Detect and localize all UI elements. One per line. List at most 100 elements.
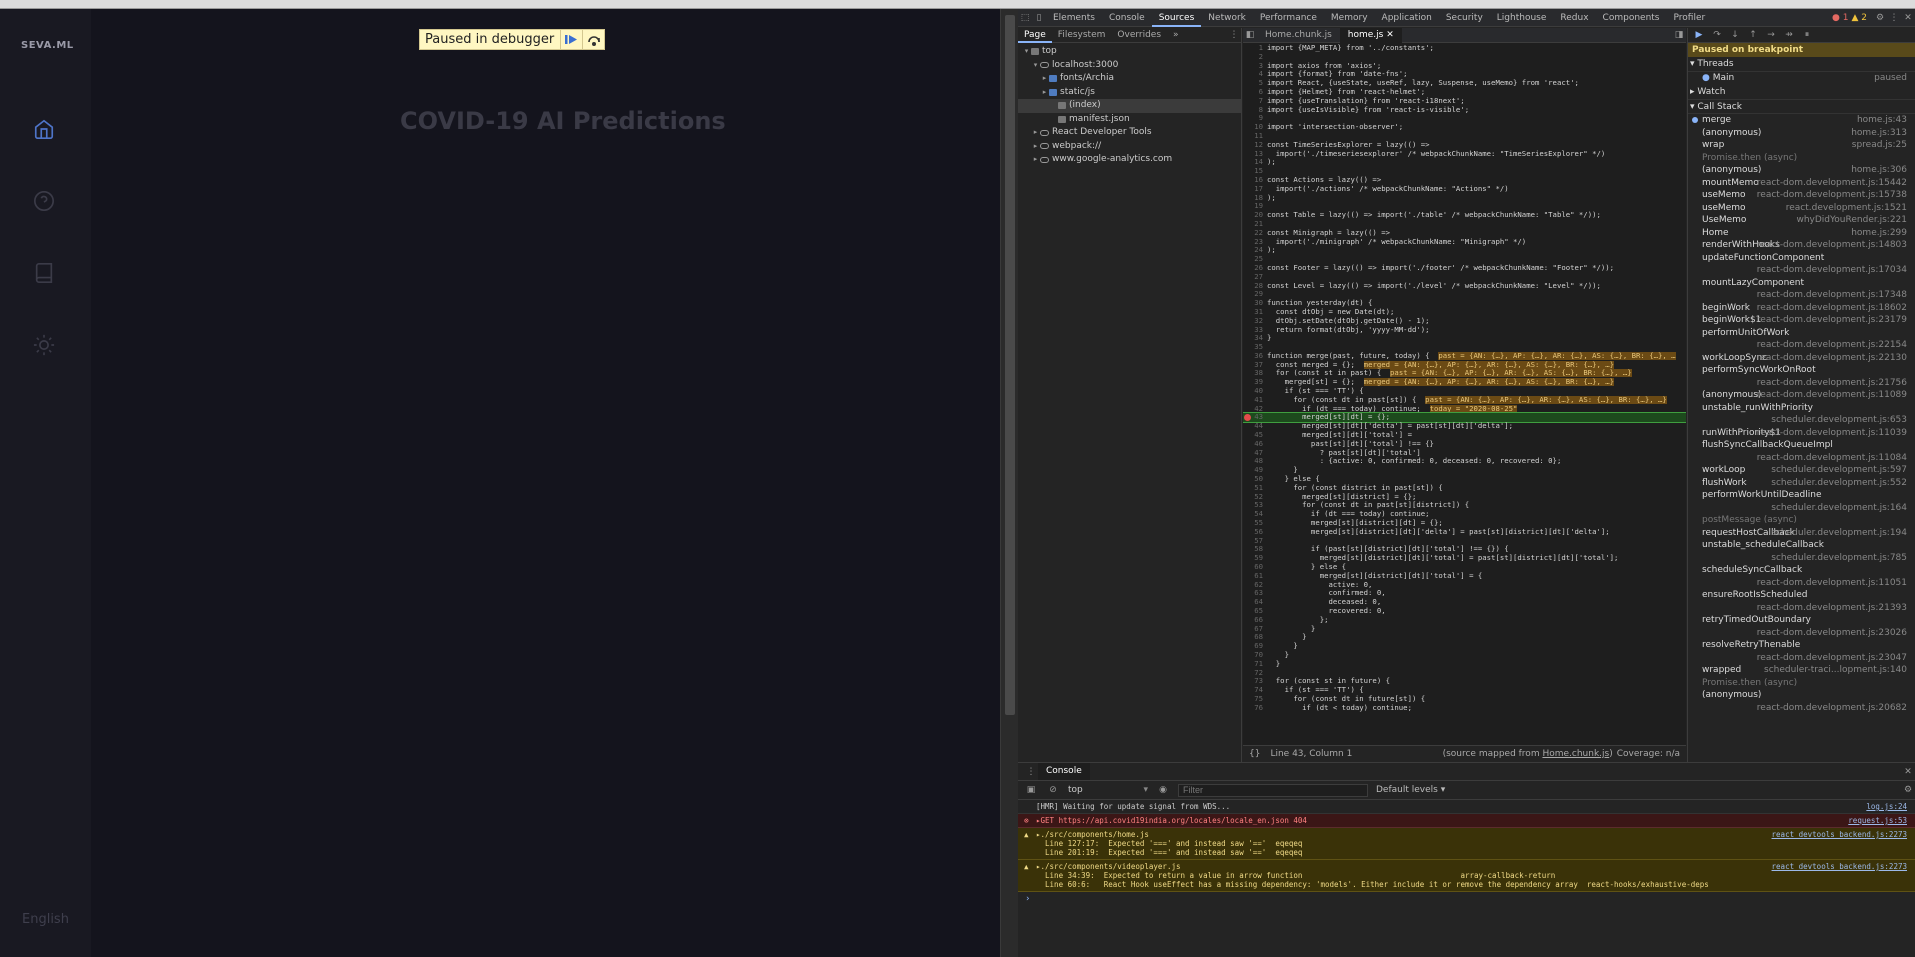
code-line[interactable]: 3 import axios from 'axios'; (1243, 61, 1686, 71)
context-selector[interactable]: top ▾ (1068, 785, 1148, 795)
line-number[interactable]: 1 (1243, 44, 1267, 53)
frame-location[interactable]: react-dom.development.js:23026 (1757, 627, 1907, 640)
frame-location[interactable]: spread.js:25 (1852, 139, 1907, 152)
frame-location[interactable]: react-dom.development.js:11039 (1757, 427, 1907, 440)
tree-node[interactable]: ▾ top (1018, 45, 1241, 59)
call-frame[interactable]: ensureRootIsScheduled react-dom.developme… (1688, 589, 1915, 614)
tree-node[interactable]: manifest.json (1018, 113, 1241, 127)
call-frame[interactable]: resolveRetryThenable react-dom.developmen… (1688, 639, 1915, 664)
frame-location[interactable]: react-dom.development.js:22154 (1757, 339, 1907, 352)
code-line[interactable]: 24); (1243, 246, 1686, 255)
call-frame[interactable]: (anonymous) home.js:313 (1688, 127, 1915, 140)
site-logo[interactable]: SEVA.ML (21, 40, 74, 51)
code-line[interactable]: 52 merged[st][district] = {}; (1243, 492, 1686, 502)
call-frame[interactable]: wrap spread.js:25 (1688, 139, 1915, 152)
code-line[interactable]: 61 merged[st][district][dt]['total'] = { (1243, 571, 1686, 581)
line-number[interactable]: 76 (1243, 703, 1267, 713)
code-line[interactable]: 14); (1243, 158, 1686, 167)
call-frame[interactable]: mountLazyComponent react-dom.development.… (1688, 277, 1915, 302)
code-line[interactable]: 74 if (st === 'TT') { (1243, 685, 1686, 695)
frame-location[interactable]: scheduler.development.js:785 (1771, 552, 1907, 565)
call-frame[interactable]: performWorkUntilDeadline scheduler.develo… (1688, 489, 1915, 514)
help-icon[interactable] (29, 186, 59, 216)
tree-node[interactable]: ▾ localhost:3000 (1018, 59, 1241, 73)
frame-location[interactable]: react-dom.development.js:23179 (1757, 314, 1907, 327)
code-line[interactable]: 22 const Minigraph = lazy(() => (1243, 228, 1686, 238)
call-frame[interactable]: performUnitOfWork react-dom.development.j… (1688, 327, 1915, 352)
code-line[interactable]: 41 for (const dt in past[st]) { past = {… (1243, 395, 1686, 405)
code-line[interactable]: 32 dtObj.setDate(dtObj.getDate() - 1); (1243, 316, 1686, 326)
error-count-badge[interactable]: ● 1 (1832, 13, 1848, 23)
inspect-element-icon[interactable]: ⬚ (1018, 11, 1032, 25)
code-line[interactable]: 44 merged[st][dt]['delta'] = past[st][dt… (1243, 421, 1686, 431)
more-options-icon[interactable]: ⋮ (1887, 11, 1901, 25)
call-frame[interactable]: requestHostCallback scheduler.development… (1688, 527, 1915, 540)
code-line[interactable]: 72 (1243, 668, 1686, 678)
editor-tab[interactable]: Home.chunk.js (1257, 28, 1340, 43)
frame-location[interactable]: react-dom.development.js:15738 (1757, 189, 1907, 202)
devtools-tab-security[interactable]: Security (1439, 9, 1490, 27)
device-toolbar-icon[interactable]: ▯ (1032, 11, 1046, 25)
frame-location[interactable]: react-dom.development.js:11089 (1757, 389, 1907, 402)
code-line[interactable]: 54 if (dt === today) continue; (1243, 509, 1686, 519)
call-frame[interactable]: renderWithHooks react-dom.development.js:… (1688, 239, 1915, 252)
code-line[interactable]: 67 } (1243, 624, 1686, 634)
book-icon[interactable] (29, 258, 59, 288)
code-line[interactable]: 64 deceased: 0, (1243, 597, 1686, 607)
code-line[interactable]: 1 import {MAP_META} from '../constants'; (1243, 44, 1686, 53)
call-frame[interactable]: unstable_runWithPriority scheduler.develo… (1688, 402, 1915, 427)
console-message[interactable]: ⊗ ▸GET https://api.covid19india.org/local… (1018, 814, 1915, 828)
watch-section-header[interactable]: ▸ Watch (1688, 85, 1915, 100)
code-line[interactable]: 73 for (const st in future) { (1243, 677, 1686, 686)
code-line[interactable]: 47 ? past[st][dt]['total'] (1243, 448, 1686, 458)
code-line[interactable]: 57 (1243, 536, 1686, 546)
tree-expand-arrow[interactable]: ▸ (1031, 153, 1040, 167)
code-line[interactable]: 4 import {format} from 'date-fns'; (1243, 70, 1686, 79)
message-source-link[interactable]: request.js:53 (1848, 816, 1907, 825)
code-line[interactable]: 12 const TimeSeriesExplorer = lazy(() => (1243, 140, 1686, 150)
frame-location[interactable]: react-dom.development.js:22130 (1757, 352, 1907, 365)
devtools-tab-sources[interactable]: Sources (1151, 9, 1202, 27)
console-sidebar-icon[interactable]: ▣ (1024, 783, 1038, 797)
console-filter-input[interactable] (1178, 783, 1368, 797)
devtools-tab-components[interactable]: Components (1596, 9, 1667, 27)
code-line[interactable]: 6 import {Helmet} from 'react-helmet'; (1243, 87, 1686, 97)
console-drawer-tab[interactable]: Console (1038, 763, 1090, 780)
message-source-link[interactable]: log.js:24 (1866, 802, 1907, 811)
code-line[interactable]: 76 if (dt < today) continue; (1243, 703, 1686, 713)
code-line[interactable]: 53 for (const dt in past[st][district]) … (1243, 501, 1686, 510)
code-line[interactable]: 30 function yesterday(dt) { (1243, 298, 1686, 308)
code-line[interactable]: 37 const merged = {}; merged = {AN: {…},… (1243, 360, 1686, 370)
code-line[interactable]: 5 import React, {useState, useRef, lazy, … (1243, 78, 1686, 88)
tree-expand-arrow[interactable]: ▾ (1022, 45, 1031, 59)
sun-icon[interactable] (29, 330, 59, 360)
more-tabs-icon[interactable]: » (1167, 28, 1185, 43)
call-frame[interactable]: flushWork scheduler.development.js:552 (1688, 477, 1915, 490)
frame-location[interactable]: react-dom.development.js:11084 (1757, 452, 1907, 465)
home-icon[interactable] (29, 114, 59, 144)
clear-console-icon[interactable]: ⊘ (1046, 783, 1060, 797)
code-line[interactable]: 66 }; (1243, 615, 1686, 625)
code-line[interactable]: 13 import('./timeseriesexplorer' /* webp… (1243, 149, 1686, 159)
line-number[interactable]: 6 (1243, 87, 1267, 97)
frame-location[interactable]: react-dom.development.js:17348 (1757, 289, 1907, 302)
step-over-icon[interactable]: ↷ (1710, 28, 1724, 42)
devtools-tab-lighthouse[interactable]: Lighthouse (1490, 9, 1554, 27)
code-line[interactable]: 18); (1243, 193, 1686, 203)
code-line[interactable]: 20 const Table = lazy(() => import('./tab… (1243, 210, 1686, 220)
code-lines[interactable]: 1 import {MAP_META} from '../constants'; 2… (1243, 44, 1686, 744)
pretty-print-icon[interactable]: {} (1249, 749, 1260, 759)
code-line[interactable]: 31 const dtObj = new Date(dt); (1243, 307, 1686, 317)
drawer-menu-icon[interactable]: ⋮ (1024, 765, 1038, 779)
frame-location[interactable]: scheduler-traci...lopment.js:140 (1764, 664, 1907, 677)
code-line[interactable]: 2 (1243, 52, 1686, 62)
code-line[interactable]: 46 past[st][dt]['total'] !== {} (1243, 439, 1686, 449)
code-line[interactable]: 36 function merge(past, future, today) { … (1243, 351, 1686, 361)
frame-location[interactable]: home.js:299 (1851, 227, 1907, 240)
frame-location[interactable]: scheduler.development.js:653 (1771, 414, 1907, 427)
callstack-section-header[interactable]: ▾ Call Stack (1688, 100, 1915, 114)
call-frame[interactable]: useMemo react.development.js:1521 (1688, 202, 1915, 215)
devtools-tab-elements[interactable]: Elements (1046, 9, 1102, 27)
code-line[interactable]: 28 const Level = lazy(() => import('./lev… (1243, 281, 1686, 291)
tree-expand-arrow[interactable]: ▾ (1031, 59, 1040, 73)
